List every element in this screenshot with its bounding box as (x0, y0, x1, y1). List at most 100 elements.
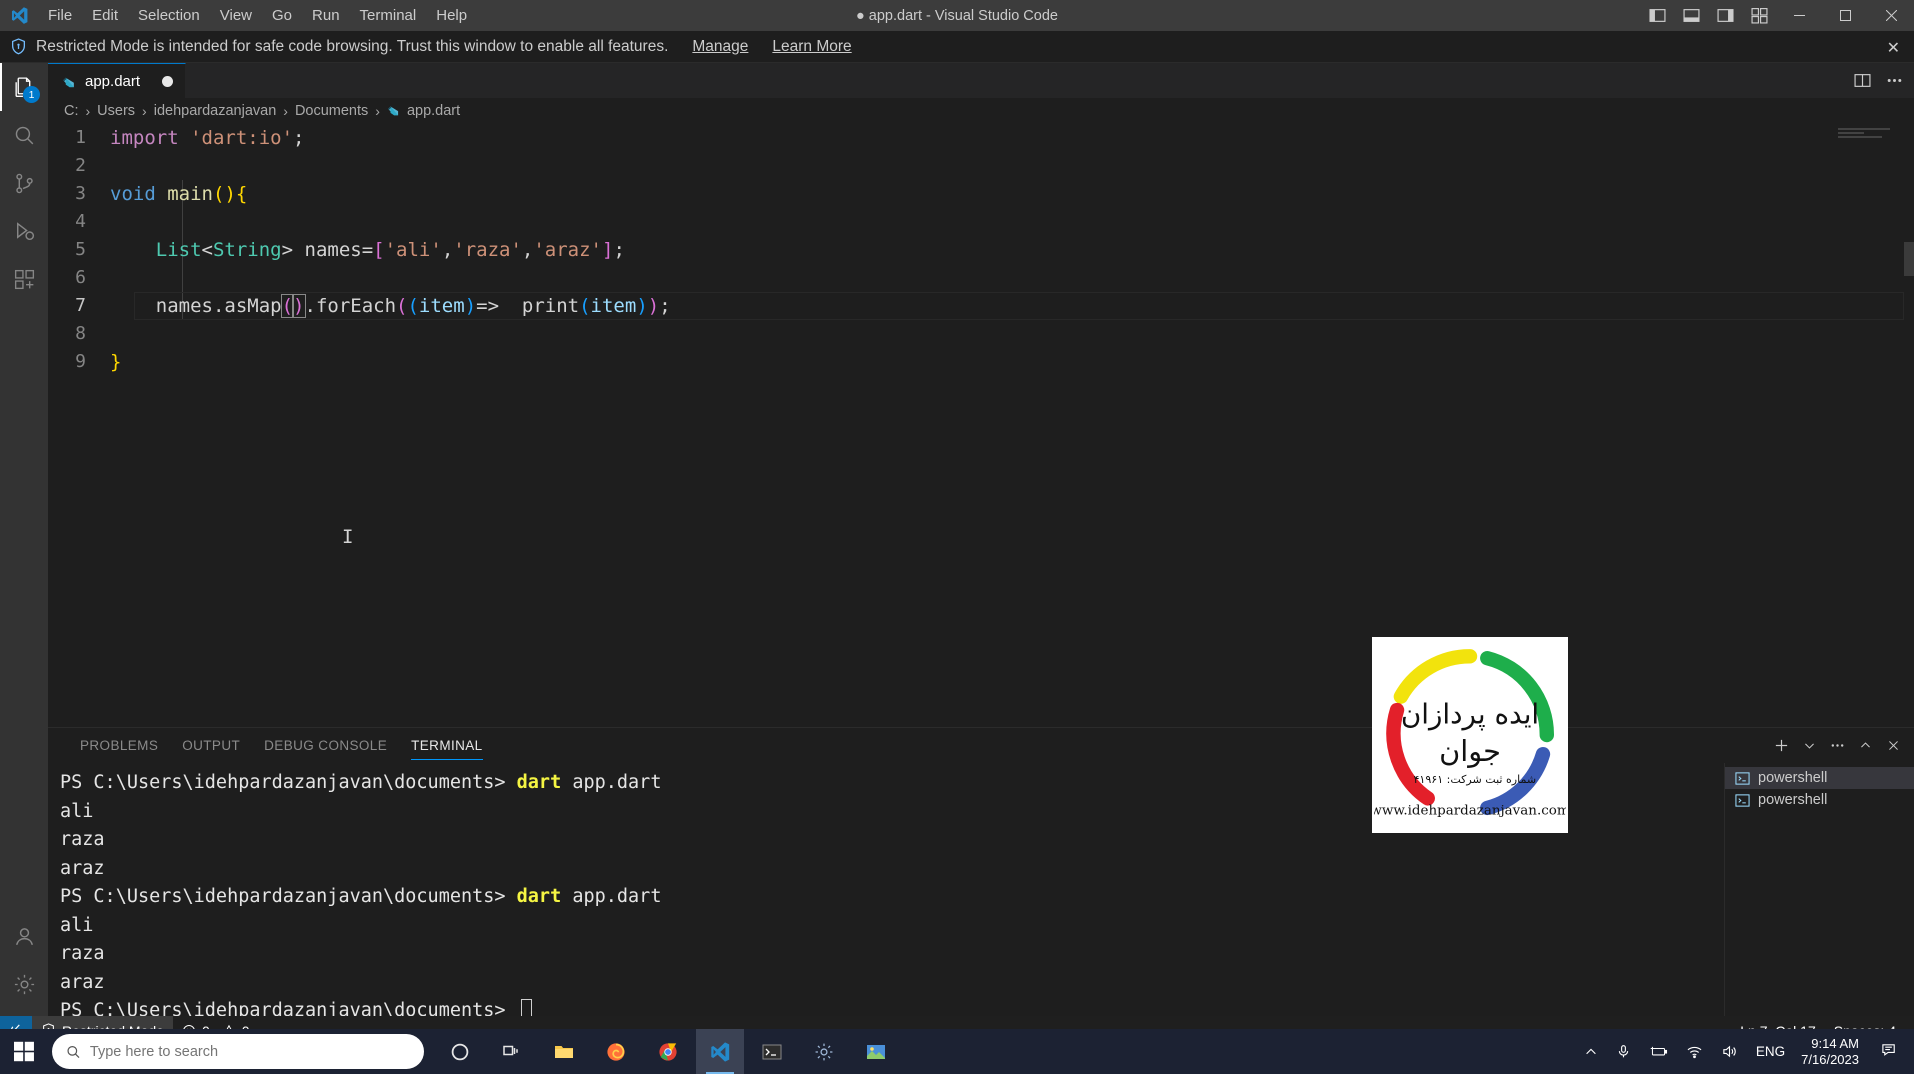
close-panel-icon[interactable] (1880, 733, 1906, 759)
code-line[interactable]: 4 (48, 208, 1914, 236)
terminal-instance-1[interactable]: powershell (1725, 789, 1914, 811)
maximize-button[interactable] (1822, 0, 1868, 31)
code-line[interactable]: 3 void main(){ (48, 180, 1914, 208)
activity-bar: 1 (0, 63, 48, 1016)
restricted-mode-banner: Restricted Mode is intended for safe cod… (0, 31, 1914, 63)
terminal-prompt: PS C:\Users\idehpardazanjavan\documents> (60, 1000, 517, 1016)
code-line[interactable]: 6 (48, 264, 1914, 292)
tab-label: app.dart (85, 72, 141, 90)
taskbar-chrome-icon[interactable] (644, 1029, 692, 1074)
breadcrumb-item-2[interactable]: idehpardazanjavan (152, 103, 279, 119)
manage-settings-icon[interactable] (0, 960, 48, 1008)
taskbar-cortana-icon[interactable] (436, 1029, 484, 1074)
menu-help[interactable]: Help (426, 0, 477, 31)
code-line[interactable]: 7 names.asMap().forEach((item)=> print(i… (48, 292, 1914, 320)
banner-learn-more-link[interactable]: Learn More (772, 38, 851, 56)
toggle-panel-icon[interactable] (1674, 0, 1708, 31)
language-indicator[interactable]: ENG (1748, 1044, 1793, 1059)
search-input[interactable] (89, 1043, 410, 1060)
customize-layout-icon[interactable] (1742, 0, 1776, 31)
terminal-caret (520, 999, 532, 1016)
battery-icon[interactable] (1641, 1044, 1676, 1059)
taskbar-vscode-icon[interactable] (696, 1029, 744, 1074)
code-token: main (167, 183, 213, 205)
search-icon (67, 1045, 80, 1058)
taskbar-terminal-icon[interactable] (748, 1029, 796, 1074)
menu-run[interactable]: Run (302, 0, 350, 31)
close-button[interactable] (1868, 0, 1914, 31)
code-line[interactable]: 1 import 'dart:io'; (48, 124, 1914, 152)
breadcrumb-separator: › (283, 103, 288, 119)
split-editor-icon[interactable] (1848, 67, 1876, 95)
menu-terminal[interactable]: Terminal (350, 0, 427, 31)
show-hidden-icons-chevron-icon[interactable] (1576, 1045, 1606, 1059)
line-number: 1 (75, 127, 86, 148)
taskbar-photos-icon[interactable] (852, 1029, 900, 1074)
wifi-icon[interactable] (1678, 1044, 1711, 1059)
menu-go[interactable]: Go (262, 0, 302, 31)
sidebar-item-source-control[interactable] (0, 159, 48, 207)
sidebar-item-explorer[interactable]: 1 (0, 63, 48, 111)
chevron-down-icon[interactable] (1796, 733, 1822, 759)
microphone-icon[interactable] (1608, 1044, 1639, 1059)
breadcrumb-item-4[interactable]: app.dart (385, 103, 462, 119)
toggle-primary-sidebar-icon[interactable] (1640, 0, 1674, 31)
tab-problems[interactable]: PROBLEMS (68, 728, 170, 763)
code-text[interactable]: List<String> names=['ali','raza','araz']… (110, 236, 625, 264)
minimize-button[interactable] (1776, 0, 1822, 31)
taskbar-task-view-icon[interactable] (488, 1029, 536, 1074)
breadcrumb-item-3[interactable]: Documents (293, 103, 370, 119)
menu-selection[interactable]: Selection (128, 0, 210, 31)
code-text[interactable]: } (110, 348, 121, 376)
accounts-icon[interactable] (0, 912, 48, 960)
taskbar-firefox-icon[interactable] (592, 1029, 640, 1074)
banner-manage-link[interactable]: Manage (692, 38, 748, 56)
sidebar-item-extensions[interactable] (0, 255, 48, 303)
terminal-text: raza (60, 943, 105, 964)
breadcrumb-item-1[interactable]: Users (95, 103, 137, 119)
menu-edit[interactable]: Edit (82, 0, 128, 31)
code-token: .forEach (304, 295, 397, 317)
code-text[interactable]: names.asMap().forEach((item)=> print(ite… (110, 292, 671, 320)
code-token: > (281, 239, 294, 261)
more-actions-icon[interactable] (1880, 67, 1908, 95)
editor-scrollbar[interactable] (1904, 242, 1914, 276)
start-button[interactable] (0, 1029, 48, 1074)
tab-app-dart[interactable]: app.dart (48, 63, 187, 98)
taskbar-settings-icon[interactable] (800, 1029, 848, 1074)
code-line[interactable]: 5 List<String> names=['ali','raza','araz… (48, 236, 1914, 264)
new-terminal-icon[interactable] (1768, 733, 1794, 759)
title-bar-actions (1640, 0, 1914, 31)
tab-debug-console[interactable]: DEBUG CONSOLE (252, 728, 399, 763)
volume-icon[interactable] (1713, 1044, 1746, 1059)
editor-tabs: app.dart (48, 63, 1914, 98)
taskbar-file-explorer-icon[interactable] (540, 1029, 588, 1074)
line-number: 5 (75, 239, 86, 260)
panel-more-actions-icon[interactable] (1824, 733, 1850, 759)
sidebar-item-run-and-debug[interactable] (0, 207, 48, 255)
toggle-secondary-sidebar-icon[interactable] (1708, 0, 1742, 31)
code-line[interactable]: 9} (48, 348, 1914, 376)
banner-close-icon[interactable]: ✕ (1887, 38, 1900, 58)
terminal-text: araz (60, 857, 105, 879)
taskbar-search[interactable] (52, 1034, 424, 1069)
maximize-panel-icon[interactable] (1852, 733, 1878, 759)
menu-file[interactable]: File (38, 0, 82, 31)
line-number: 7 (75, 295, 86, 316)
tab-output[interactable]: OUTPUT (170, 728, 252, 763)
breadcrumb-item-0[interactable]: C: (62, 103, 81, 119)
notifications-icon[interactable] (1871, 1042, 1908, 1062)
sidebar-item-search[interactable] (0, 111, 48, 159)
code-text[interactable]: void main(){ (110, 180, 247, 208)
minimap[interactable] (1838, 128, 1900, 144)
vscode-window: File Edit Selection View Go Run Terminal… (0, 0, 1914, 1074)
code-line[interactable]: 2 (48, 152, 1914, 180)
panel-actions (1768, 728, 1906, 763)
clock[interactable]: 9:14 AM 7/16/2023 (1795, 1036, 1869, 1068)
code-line[interactable]: 8 (48, 320, 1914, 348)
tab-terminal[interactable]: TERMINAL (399, 728, 494, 763)
code-text[interactable]: import 'dart:io'; (110, 124, 305, 152)
terminal-instance-0[interactable]: powershell (1725, 767, 1914, 789)
menu-view[interactable]: View (210, 0, 262, 31)
tab-dirty-indicator[interactable] (162, 75, 174, 87)
